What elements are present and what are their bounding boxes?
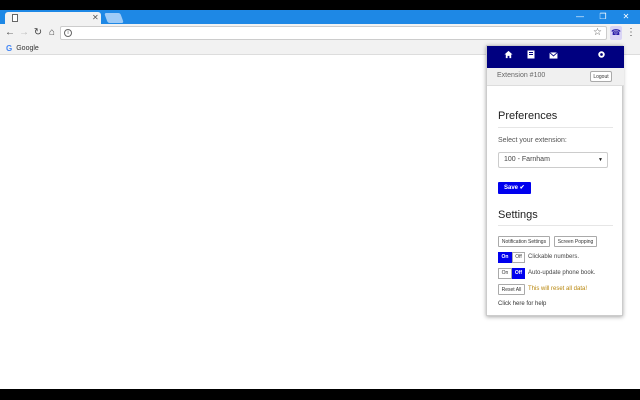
phone-book-icon[interactable] bbox=[524, 50, 538, 64]
extension-label: Extension #100 bbox=[497, 72, 546, 79]
window-close-button[interactable]: ✕ bbox=[617, 10, 635, 24]
divider bbox=[498, 127, 613, 128]
envelope-icon[interactable] bbox=[546, 50, 560, 64]
preferences-title: Preferences bbox=[498, 110, 558, 122]
reload-button[interactable]: ↻ bbox=[31, 25, 45, 41]
forward-button[interactable]: → bbox=[17, 25, 31, 41]
screen: ✕ — ❐ ✕ ← → ↻ ⌂ i ☆ ☎ ⋮ G Google Extensi… bbox=[0, 0, 640, 400]
tab-close-icon[interactable]: ✕ bbox=[92, 12, 99, 24]
page-icon bbox=[12, 14, 18, 22]
address-bar[interactable]: i ☆ bbox=[60, 26, 607, 40]
kebab-menu-icon[interactable]: ⋮ bbox=[626, 25, 636, 41]
restore-button[interactable]: ❐ bbox=[594, 10, 612, 24]
divider bbox=[498, 225, 613, 226]
bookmark-label: Google bbox=[16, 45, 39, 52]
reset-warning-text: This will reset all data! bbox=[528, 286, 588, 292]
new-tab-button[interactable] bbox=[104, 13, 124, 23]
logout-button[interactable]: Logout bbox=[590, 71, 612, 82]
select-extension-label: Select your extension: bbox=[498, 137, 567, 144]
select-value: 100 - Farnham bbox=[504, 156, 550, 163]
bookmark-google[interactable]: G Google bbox=[6, 43, 39, 54]
dropdown-arrow-icon: ▼ bbox=[598, 157, 603, 163]
popup-subheader: Extension #100 Logout bbox=[487, 68, 624, 86]
popup-nav-bar bbox=[487, 46, 624, 68]
browser-window: ✕ — ❐ ✕ ← → ↻ ⌂ i ☆ ☎ ⋮ G Google Extensi… bbox=[0, 10, 640, 389]
browser-tab[interactable]: ✕ bbox=[5, 12, 101, 24]
save-button[interactable]: Save ✔ bbox=[498, 182, 531, 194]
home-button[interactable]: ⌂ bbox=[45, 25, 59, 41]
star-icon[interactable]: ☆ bbox=[593, 27, 602, 39]
screen-popping-button[interactable]: Screen Popping bbox=[554, 236, 597, 247]
help-link[interactable]: Click here for help bbox=[498, 301, 546, 307]
extension-select[interactable]: 100 - Farnham ▼ bbox=[498, 152, 608, 168]
gear-icon[interactable] bbox=[594, 50, 608, 64]
home-icon[interactable] bbox=[501, 50, 515, 64]
browser-toolbar: ← → ↻ ⌂ i ☆ ☎ ⋮ bbox=[0, 24, 640, 42]
reset-all-button[interactable]: Reset All bbox=[498, 284, 525, 295]
settings-title: Settings bbox=[498, 209, 538, 221]
auto-update-label: Auto-update phone book. bbox=[528, 270, 596, 276]
notification-settings-button[interactable]: Notification Settings bbox=[498, 236, 550, 247]
google-icon: G bbox=[6, 44, 13, 53]
phone-extension-icon[interactable]: ☎ bbox=[610, 26, 622, 40]
back-button[interactable]: ← bbox=[3, 25, 17, 41]
clickable-numbers-on-toggle[interactable]: On bbox=[498, 252, 512, 263]
auto-update-on-toggle[interactable]: On bbox=[498, 268, 512, 279]
clickable-numbers-label: Clickable numbers. bbox=[528, 254, 580, 260]
extension-popup: Extension #100 Logout Preferences Select… bbox=[486, 45, 624, 316]
title-bar: ✕ — ❐ ✕ bbox=[0, 10, 640, 24]
clickable-numbers-off-toggle[interactable]: Off bbox=[512, 252, 525, 263]
auto-update-off-toggle[interactable]: Off bbox=[512, 268, 525, 279]
minimize-button[interactable]: — bbox=[571, 10, 589, 24]
info-icon[interactable]: i bbox=[64, 29, 72, 37]
